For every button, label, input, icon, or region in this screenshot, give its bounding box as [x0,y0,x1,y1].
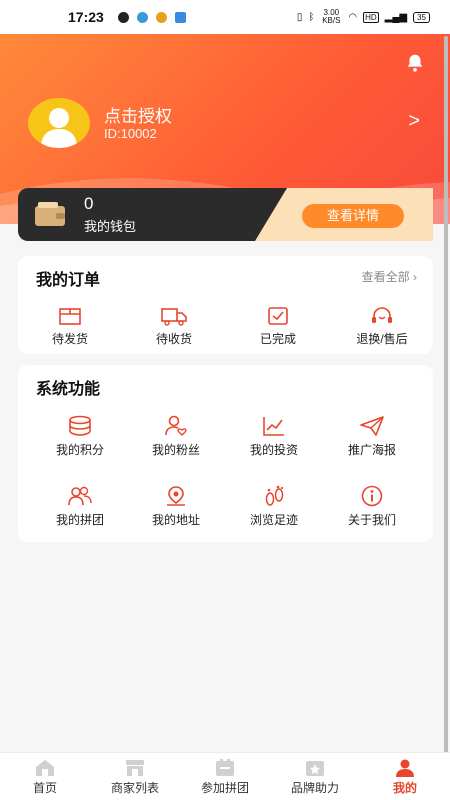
func-label: 我的拼团 [55,513,104,527]
truck-icon [161,308,187,326]
scrollbar[interactable] [444,36,448,772]
profile-id: ID:10002 [104,126,157,141]
chart-icon [263,417,284,436]
brand-icon [306,761,324,776]
func-address[interactable]: 我的地址 [124,485,228,528]
bluetooth-icon: ᛒ [308,11,315,23]
wallet-icon [35,202,65,226]
func-group-buy[interactable]: 我的拼团 [28,485,132,528]
battery-icon: 35 [413,11,430,23]
order-item-after-sales[interactable]: 退换/售后 [330,306,434,347]
order-item-label: 退换/售后 [356,332,408,346]
order-item-pending-receipt[interactable]: 待收货 [122,306,226,347]
check-box-icon [268,307,288,325]
notification-icons [117,11,186,23]
me-icon [396,759,414,777]
users-icon [68,486,92,506]
status-bar: 17:23 ▯ ᛒ 3.00 KB/S ◠ HD ▂▄▆ 35 [0,0,450,34]
app-notification-icon [136,11,148,23]
tab-brand-support[interactable]: 品牌助力 [270,753,360,800]
tab-home[interactable]: 首页 [0,753,90,800]
group-icon [216,759,234,776]
profile-arrow-icon[interactable]: > [408,110,420,133]
view-details-button[interactable]: 查看详情 [302,204,404,228]
tab-join-group[interactable]: 参加拼团 [180,753,270,800]
func-label: 浏览足迹 [249,513,298,527]
func-label: 我的积分 [55,443,104,457]
tab-label: 品牌助力 [290,781,339,795]
bell-icon[interactable] [404,52,426,74]
system-functions-card: 系统功能 我的积分 我的粉丝 我的投资 推广海报 我的拼团 我的地址 浏览足迹 … [18,365,433,542]
func-label: 我的地址 [151,513,200,527]
package-icon [59,308,81,325]
signal-icon: ▂▄▆ [384,11,408,23]
wallet-bar: 0 我的钱包 查看详情 [18,188,433,241]
location-icon [167,486,185,506]
order-item-label: 待发货 [51,332,88,346]
order-item-pending-shipment[interactable]: 待发货 [18,306,122,347]
coins-icon [69,415,91,436]
app-notification-icon [117,11,129,23]
home-icon [36,760,54,776]
func-fans[interactable]: 我的粉丝 [124,415,228,458]
vibrate-icon: ▯ [296,11,303,23]
wifi-icon: ◠ [348,11,358,23]
func-about[interactable]: 关于我们 [320,485,424,528]
func-label: 推广海报 [347,443,396,457]
headset-icon [372,307,392,323]
paper-plane-icon [360,416,384,436]
func-poster[interactable]: 推广海报 [320,415,424,458]
status-time: 17:23 [68,9,104,25]
info-icon [361,485,383,507]
func-label: 关于我们 [347,513,396,527]
order-item-label: 待收货 [155,332,192,346]
footprint-icon [265,485,284,506]
wallet-amount: 0 [84,194,94,213]
user-heart-icon [165,415,187,436]
system-icons: ▯ ᛒ 3.00 KB/S ◠ HD ▂▄▆ 35 [297,9,430,25]
network-speed: 3.00 KB/S [322,8,341,25]
weibo-icon [155,11,167,23]
view-all-link[interactable]: 查看全部 › [362,268,417,285]
order-item-label: 已完成 [259,332,296,346]
hd-icon: HD [363,11,379,23]
tab-me[interactable]: 我的 [360,753,450,800]
tab-merchant-list[interactable]: 商家列表 [90,753,180,800]
bottom-tab-bar: 首页 商家列表 参加拼团 品牌助力 我的 [0,752,450,800]
avatar[interactable] [28,98,90,148]
store-icon [126,760,144,776]
order-item-completed[interactable]: 已完成 [226,306,330,347]
orders-title: 我的订单 [36,272,101,289]
tab-label: 我的 [392,781,417,795]
app-notification-icon [174,11,186,23]
tab-label: 参加拼团 [200,781,249,795]
func-points[interactable]: 我的积分 [28,415,132,458]
user-avatar-icon [41,108,77,148]
wallet-label: 我的钱包 [84,219,137,234]
profile-name[interactable]: 点击授权 [104,102,172,127]
func-footprint[interactable]: 浏览足迹 [222,485,326,528]
tab-label: 首页 [32,781,57,795]
func-label: 我的粉丝 [151,443,200,457]
orders-card: 我的订单 查看全部 › 待发货 待收货 已完成 退换/售后 [18,256,433,354]
func-label: 我的投资 [249,443,298,457]
func-investment[interactable]: 我的投资 [222,415,326,458]
tab-label: 商家列表 [110,781,159,795]
system-title: 系统功能 [36,381,101,398]
